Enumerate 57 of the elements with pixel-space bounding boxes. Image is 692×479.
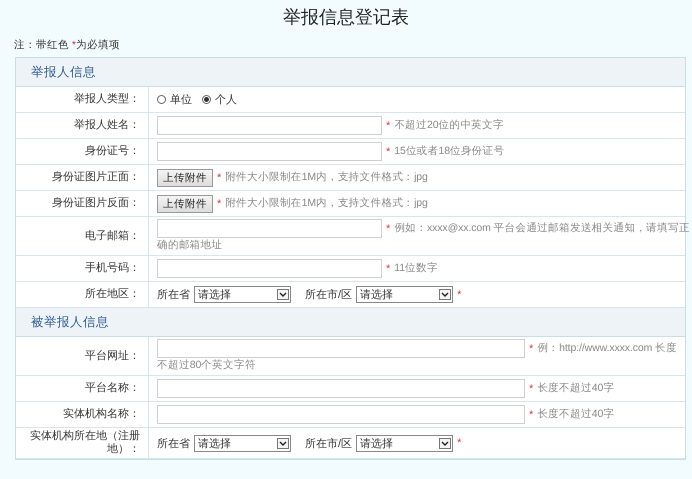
province-label: 所在省 <box>157 436 190 450</box>
form-title: 举报信息登记表 <box>282 6 410 29</box>
field-hint: 11位数字 <box>394 261 438 276</box>
text-field[interactable] <box>157 142 382 161</box>
field-hint: 15位或者18位身份证号 <box>394 144 504 159</box>
required-asterisk: * <box>217 172 222 184</box>
dropdown[interactable]: 请选择 <box>194 286 291 303</box>
field-label: 手机号码： <box>16 256 149 281</box>
dropdown[interactable]: 请选择 <box>194 434 291 452</box>
required-asterisk: * <box>529 408 534 420</box>
dropdown[interactable]: 请选择 <box>356 434 454 452</box>
field-hint: 附件大小限制在1M内，支持文件格式：jpg <box>225 196 428 211</box>
radio-option[interactable]: 个人 <box>202 92 237 107</box>
upload-button[interactable]: 上传附件 <box>157 168 213 186</box>
city-label: 所在市/区 <box>305 288 352 302</box>
required-note: 注：带红色 *为必填项 <box>14 38 120 52</box>
field-hint: 例：http://www.xxxx.com 长度 <box>537 341 677 356</box>
text-field[interactable] <box>157 379 525 398</box>
text-field[interactable] <box>157 259 382 278</box>
city-label: 所在市/区 <box>305 436 352 450</box>
field-hint: 不超过80个英文字符 <box>157 358 256 373</box>
field-label: 举报人姓名： <box>16 113 149 138</box>
text-field[interactable] <box>157 405 525 424</box>
field-label: 实体机构名称： <box>16 402 149 427</box>
required-asterisk: * <box>217 198 222 210</box>
required-asterisk: * <box>529 342 534 354</box>
upload-button[interactable]: 上传附件 <box>157 194 213 212</box>
required-asterisk: * <box>386 222 390 234</box>
text-field[interactable] <box>157 219 382 238</box>
field-hint: 长度不超过40字 <box>537 381 614 396</box>
required-asterisk: * <box>457 437 462 449</box>
required-asterisk: * <box>386 262 390 274</box>
field-label: 所在地区： <box>16 282 149 307</box>
required-asterisk: * <box>386 120 390 132</box>
section-header: 举报人信息 <box>16 58 685 87</box>
text-field[interactable] <box>157 116 382 135</box>
field-hint: 不超过20位的中英文字 <box>394 118 504 133</box>
radio-option[interactable]: 单位 <box>157 92 192 107</box>
field-label: 身份证号： <box>16 139 149 164</box>
field-hint: 附件大小限制在1M内，支持文件格式：jpg <box>225 170 428 185</box>
required-asterisk: * <box>457 288 462 300</box>
field-label: 举报人类型： <box>16 87 149 112</box>
required-asterisk: * <box>386 146 390 158</box>
field-hint: 例如：xxxx@xx.com 平台会通过邮箱发送相关通知，请填写正 <box>394 221 690 236</box>
text-field[interactable] <box>157 339 525 358</box>
field-label: 平台名称： <box>16 376 149 401</box>
field-label: 身份证图片正面： <box>16 165 149 190</box>
field-hint: 长度不超过40字 <box>537 407 614 422</box>
field-label: 平台网址： <box>16 337 149 375</box>
field-label: 身份证图片反面： <box>16 191 149 216</box>
province-label: 所在省 <box>157 288 190 302</box>
field-hint: 确的邮箱地址 <box>157 238 222 253</box>
required-asterisk: * <box>529 382 534 394</box>
section-header: 被举报人信息 <box>16 308 685 337</box>
field-label: 实体机构所在地（注册地）： <box>16 428 149 458</box>
field-label: 电子邮箱： <box>16 217 149 255</box>
dropdown[interactable]: 请选择 <box>356 286 454 303</box>
